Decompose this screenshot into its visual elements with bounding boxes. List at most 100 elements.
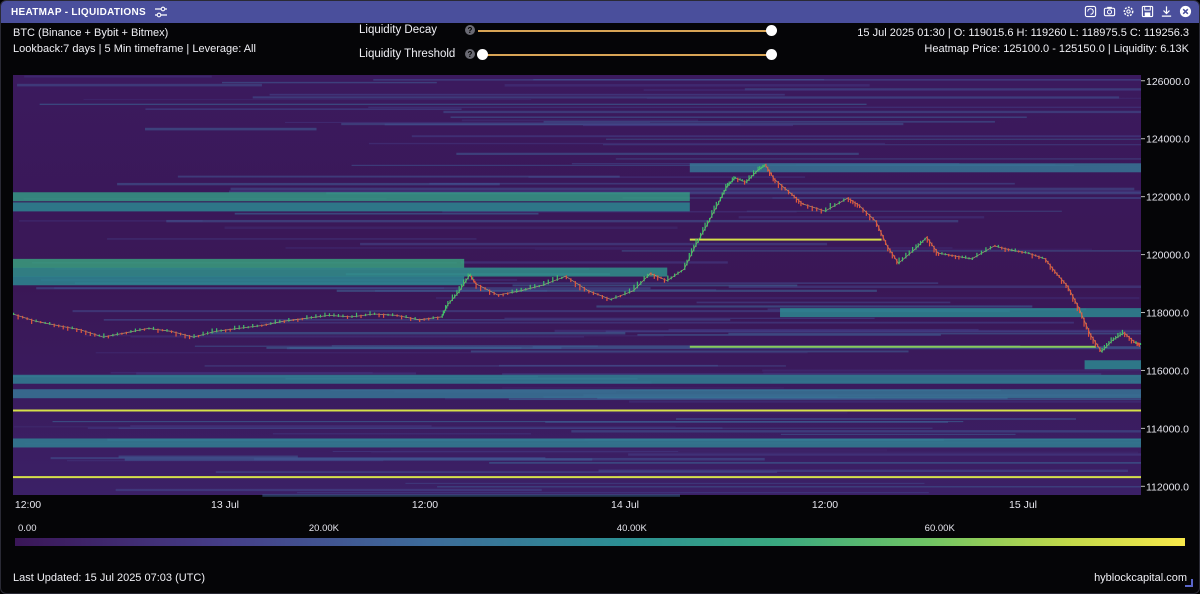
price-candle — [175, 331, 177, 337]
price-candle — [905, 252, 907, 259]
heatmap-chart[interactable]: 126000.0 124000.0 122000.0 120000.0 118000.0… — [1, 1, 1200, 521]
price-candle — [310, 316, 312, 319]
price-candle — [875, 220, 878, 227]
price-candle — [1137, 342, 1139, 346]
price-candle — [1094, 340, 1096, 347]
price-candle — [1081, 312, 1083, 319]
liquidity-band — [13, 374, 1141, 384]
x-tick-label: 14 Jul — [611, 499, 639, 511]
price-candle — [315, 314, 317, 319]
price-candle — [702, 227, 704, 235]
price-candle — [547, 279, 549, 285]
price-candle — [1087, 328, 1090, 337]
price-candle — [770, 172, 772, 176]
price-candle — [588, 289, 590, 294]
price-candle — [862, 207, 864, 213]
price-candle — [49, 321, 51, 325]
liquidity-band — [13, 258, 465, 268]
price-candle — [121, 332, 123, 335]
price-candle — [484, 287, 486, 290]
price-candle — [534, 284, 536, 289]
price-candle — [856, 202, 858, 208]
price-candle — [731, 177, 733, 183]
price-candle — [865, 210, 867, 216]
price-candle — [211, 328, 213, 334]
liquidity-line — [628, 400, 1141, 403]
price-candle — [787, 189, 790, 195]
price-candle — [442, 310, 444, 316]
price-candle — [543, 281, 545, 286]
price-candle — [643, 276, 645, 282]
price-candle — [197, 334, 200, 338]
price-candle — [961, 255, 963, 259]
price-candle — [498, 294, 500, 297]
liquidity-line — [83, 98, 532, 101]
liquidity-line — [24, 75, 212, 78]
price-candle — [443, 310, 446, 314]
resize-handle[interactable] — [1185, 579, 1193, 587]
price-candle — [695, 238, 697, 247]
price-candle — [279, 319, 281, 324]
price-candle — [351, 315, 353, 318]
price-candle — [179, 332, 182, 336]
price-candle — [324, 312, 326, 317]
price-candle — [489, 289, 491, 295]
price-candle — [686, 259, 688, 266]
price-candle — [474, 280, 476, 284]
price-candle — [143, 328, 146, 331]
price-candle — [112, 333, 114, 337]
price-candle — [270, 322, 272, 325]
price-candle — [473, 279, 475, 283]
price-candle — [17, 314, 19, 320]
liquidity-line — [602, 144, 1141, 146]
price-candle — [301, 317, 303, 321]
price-candle — [148, 327, 150, 330]
price-candle — [166, 329, 168, 332]
price-candle — [94, 333, 96, 337]
price-candle — [859, 204, 861, 209]
liquidity-line — [297, 492, 929, 494]
liquidity-line — [762, 369, 1141, 372]
price-candle — [274, 319, 276, 324]
price-candle — [737, 177, 739, 183]
price-candle — [825, 207, 827, 213]
price-candle — [467, 273, 469, 280]
price-candle — [456, 290, 458, 296]
price-candle — [933, 245, 935, 253]
price-candle — [71, 326, 73, 330]
price-candle — [759, 166, 761, 171]
price-candle — [561, 276, 563, 280]
liquidity-line — [780, 433, 1016, 435]
price-candle — [1047, 260, 1049, 265]
price-candle — [1136, 342, 1138, 347]
price-candle — [882, 235, 884, 241]
liquidity-line — [470, 350, 909, 353]
brand-label[interactable]: hyblockcapital.com — [1094, 572, 1187, 584]
price-candle — [624, 291, 626, 296]
price-candle — [750, 175, 752, 179]
price-candle — [1041, 256, 1043, 259]
price-candle — [98, 334, 100, 337]
price-candle — [1126, 333, 1128, 338]
liquidity-line — [605, 330, 1141, 333]
price-candle — [465, 278, 467, 283]
liquidity-band — [13, 476, 1141, 479]
y-tick-label: 116000.0 — [1146, 365, 1189, 377]
liquidity-line — [118, 427, 933, 429]
price-candle — [414, 317, 416, 320]
price-candle — [328, 313, 331, 317]
last-updated-label: Last Updated: 15 Jul 2025 07:03 (UTC) — [13, 572, 206, 584]
price-candle — [538, 284, 540, 288]
price-candle — [718, 200, 720, 205]
price-candle — [1099, 347, 1101, 353]
price-candle — [44, 321, 46, 324]
price-candle — [451, 294, 453, 302]
liquidity-line — [545, 421, 949, 423]
price-candle — [980, 250, 983, 255]
price-candle — [1128, 335, 1130, 341]
price-candle — [1076, 302, 1078, 312]
price-candle — [288, 318, 290, 322]
x-tick-label: 12:00 — [812, 499, 838, 511]
price-candle — [432, 316, 434, 320]
price-candle — [1092, 336, 1094, 344]
